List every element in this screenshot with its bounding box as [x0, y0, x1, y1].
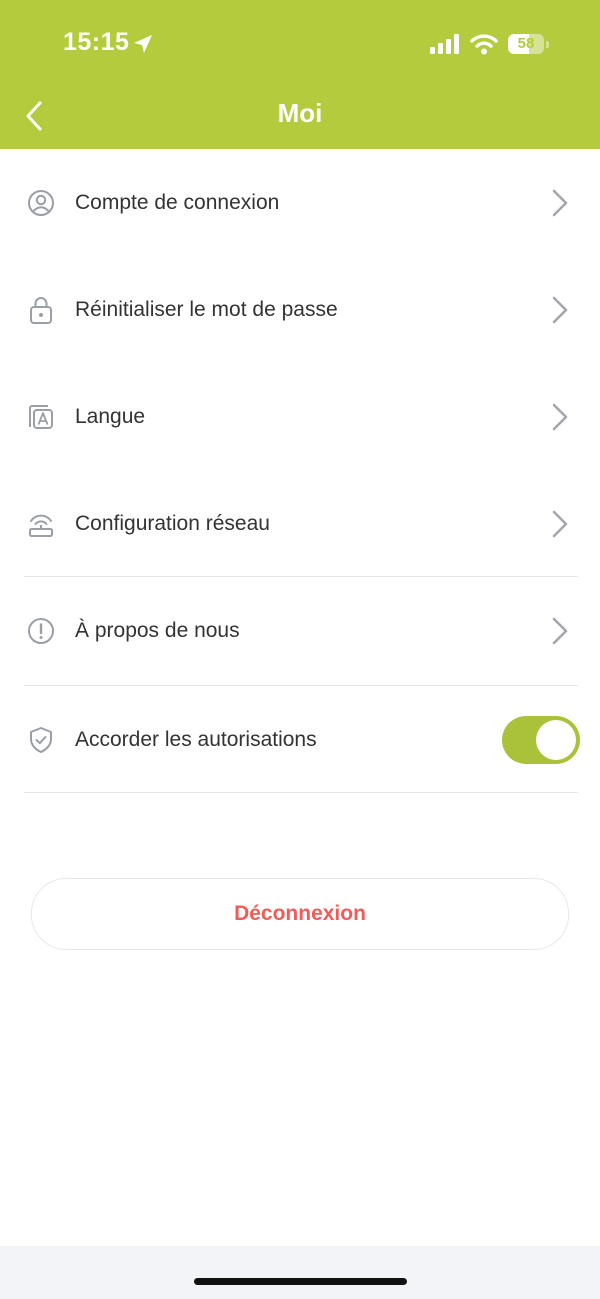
- battery-level: 58: [517, 35, 535, 52]
- home-indicator[interactable]: [194, 1278, 407, 1285]
- chevron-right-icon: [552, 510, 568, 537]
- divider: [24, 792, 578, 793]
- shield-check-icon: [30, 726, 52, 753]
- menu-item-grant-permissions: Accorder les autorisations: [0, 686, 600, 793]
- page-title: Moi: [277, 98, 323, 128]
- chevron-right-icon: [552, 403, 568, 430]
- menu-item-label: À propos de nous: [75, 618, 240, 642]
- location-arrow-icon: [132, 33, 154, 60]
- wifi-icon: [470, 33, 498, 60]
- menu-item-reset-password[interactable]: Réinitialiser le mot de passe: [0, 256, 600, 363]
- top-bar: 15:15 58 Moi: [0, 0, 600, 149]
- toggle-knob: [536, 719, 576, 760]
- menu-item-login-account[interactable]: Compte de connexion: [0, 149, 600, 256]
- chevron-right-icon: [552, 189, 568, 216]
- chevron-right-icon: [552, 296, 568, 323]
- menu-item-label: Configuration réseau: [75, 511, 270, 535]
- lock-icon: [30, 296, 52, 324]
- permissions-toggle[interactable]: [502, 715, 580, 764]
- screen: 15:15 58 Moi Compte de connexion Réiniti…: [0, 0, 600, 1299]
- menu-item-label: Langue: [75, 404, 146, 428]
- menu-item-label: Compte de connexion: [75, 190, 280, 214]
- cellular-signal-icon: [430, 34, 462, 59]
- menu-item-label: Accorder les autorisations: [75, 727, 317, 751]
- router-icon: [29, 514, 53, 537]
- battery-indicator: 58: [508, 34, 549, 54]
- language-icon: [29, 404, 53, 429]
- menu-item-language[interactable]: Langue: [0, 363, 600, 470]
- menu-item-about-us[interactable]: À propos de nous: [0, 577, 600, 684]
- bottom-bar: [0, 1246, 600, 1299]
- logout-button[interactable]: Déconnexion: [31, 878, 569, 950]
- info-circle-icon: [28, 617, 54, 644]
- menu-item-network-config[interactable]: Configuration réseau: [0, 470, 600, 577]
- user-circle-icon: [28, 189, 54, 216]
- chevron-right-icon: [552, 617, 568, 644]
- menu-item-label: Réinitialiser le mot de passe: [75, 297, 338, 321]
- status-time: 15:15: [63, 28, 130, 56]
